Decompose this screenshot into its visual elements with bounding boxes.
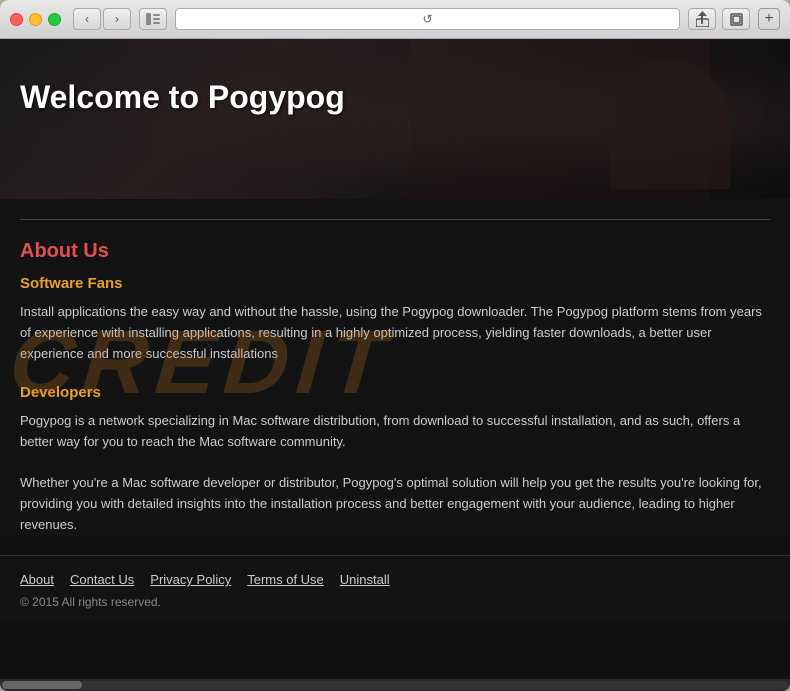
footer-link-about[interactable]: About xyxy=(20,572,54,587)
forward-button[interactable]: › xyxy=(103,8,131,30)
minimize-button[interactable] xyxy=(29,13,42,26)
address-bar[interactable]: ↺ xyxy=(175,8,680,30)
sidebar-toggle-button[interactable] xyxy=(139,8,167,30)
scrollbar-thumb[interactable] xyxy=(2,681,82,689)
scrollbar-track xyxy=(2,681,788,689)
footer-link-privacy[interactable]: Privacy Policy xyxy=(150,572,231,587)
about-heading: About Us xyxy=(20,240,770,263)
footer-link-uninstall[interactable]: Uninstall xyxy=(340,572,390,587)
fullscreen-button[interactable] xyxy=(722,8,750,30)
developers-text-2: Whether you're a Mac software developer … xyxy=(20,473,770,535)
share-button[interactable] xyxy=(688,8,716,30)
nav-buttons: ‹ › xyxy=(73,8,131,30)
software-fans-text: Install applications the easy way and wi… xyxy=(20,302,770,364)
footer-section: About Contact Us Privacy Policy Terms of… xyxy=(0,555,790,621)
new-tab-button[interactable]: + xyxy=(758,8,780,30)
close-button[interactable] xyxy=(10,13,23,26)
browser-window: ‹ › ↺ xyxy=(0,0,790,691)
main-content: About Us Software Fans Install applicati… xyxy=(0,199,790,535)
browser-chrome: ‹ › ↺ xyxy=(0,0,790,39)
section-divider xyxy=(20,219,770,220)
software-fans-heading: Software Fans xyxy=(20,275,770,292)
developers-text-1: Pogypog is a network specializing in Mac… xyxy=(20,411,770,453)
maximize-button[interactable] xyxy=(48,13,61,26)
hero-section: Welcome to Pogypog xyxy=(0,39,790,199)
footer-links: About Contact Us Privacy Policy Terms of… xyxy=(20,572,770,587)
traffic-lights xyxy=(10,13,61,26)
back-button[interactable]: ‹ xyxy=(73,8,101,30)
footer-link-contact[interactable]: Contact Us xyxy=(70,572,134,587)
browser-actions xyxy=(688,8,750,30)
reload-icon: ↺ xyxy=(422,12,432,26)
footer-link-terms[interactable]: Terms of Use xyxy=(247,572,324,587)
hero-title: Welcome to Pogypog xyxy=(20,79,770,116)
developers-heading: Developers xyxy=(20,384,770,401)
footer-copyright: © 2015 All rights reserved. xyxy=(20,595,770,609)
horizontal-scrollbar[interactable] xyxy=(0,679,790,691)
page-content: Welcome to Pogypog About Us Software Fan… xyxy=(0,39,790,679)
